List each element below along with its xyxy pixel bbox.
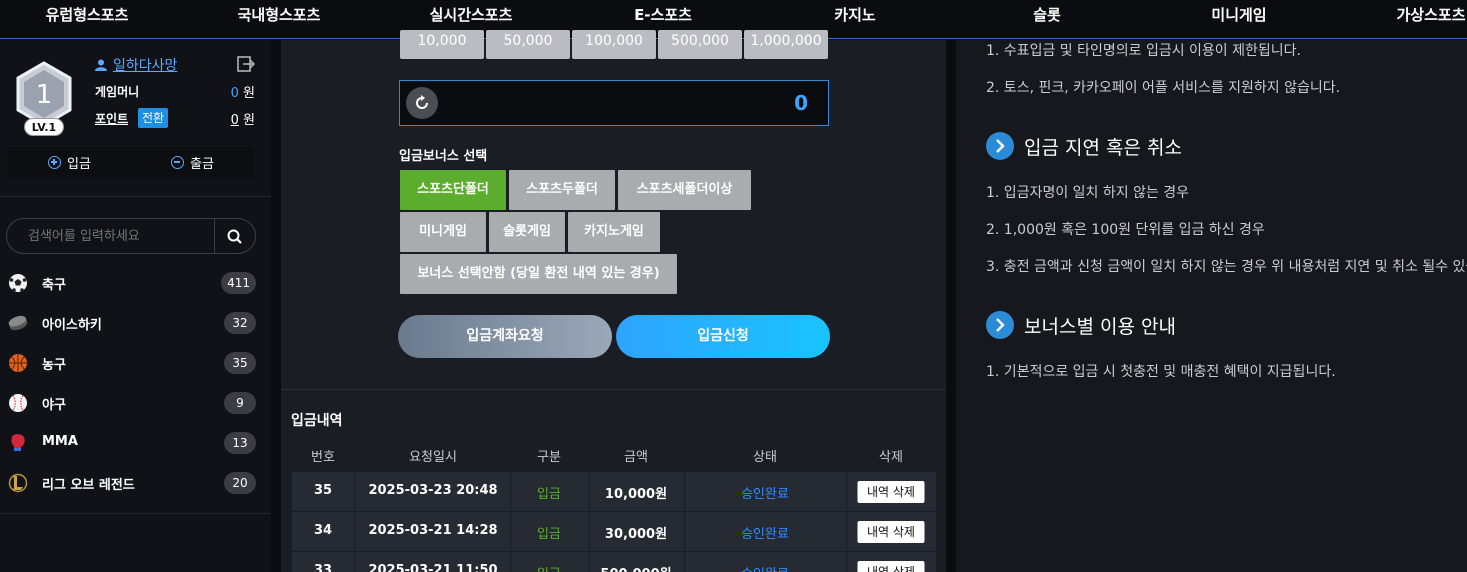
table-row: 34 2025-03-21 14:28 입금 30,000원 승인완료 내역 삭… (292, 512, 936, 551)
delete-history-button[interactable]: 내역 삭제 (857, 481, 925, 503)
notice-line: 1. 입금자명이 일치 하지 않는 경우 (986, 185, 1190, 201)
deposit-apply-button[interactable]: 입금신청 (616, 315, 830, 358)
deposit-button[interactable]: 입금 (8, 147, 131, 177)
status-badge: 승인완료 (741, 487, 789, 502)
chevron-right-icon (986, 132, 1014, 160)
deposit-form-panel: 10,000 50,000 100,000 500,000 1,000,000 … (281, 30, 946, 572)
amount-button-100000[interactable]: 100,000 (572, 30, 656, 59)
point-label[interactable]: 포인트 (95, 110, 128, 127)
history-title: 입금내역 (291, 413, 343, 429)
status-badge: 승인완료 (741, 563, 789, 572)
game-money-value: 0 원 (230, 86, 255, 101)
nav-esports[interactable]: E-스포츠 (634, 4, 692, 25)
column-header: 번호 (311, 450, 335, 465)
baseball-icon (9, 394, 27, 412)
notice-panel: 1. 수표입금 및 타인명의로 입금시 이용이 제한됩니다. 2. 토스, 핀크… (956, 40, 1467, 572)
convert-button[interactable]: 전환 (138, 108, 168, 128)
column-header: 금액 (624, 450, 648, 465)
amount-value: 0 (794, 91, 808, 115)
bonus-option-casino[interactable]: 카지노게임 (568, 212, 660, 252)
nav-casino[interactable]: 카지노 (834, 4, 875, 25)
table-row: 33 2025-03-21 11:50 입금 500,000원 승인완료 내역 … (292, 552, 936, 572)
account-request-button[interactable]: 입금계좌요청 (398, 315, 612, 358)
search-input[interactable] (8, 220, 214, 252)
sidebar: 1 LV.1 일하다사망 게임머니 0 원 포인트 전환 0 원 입금 출금 검… (0, 40, 271, 572)
notice-section-delay: 입금 지연 혹은 취소 (986, 132, 1182, 160)
sport-item-baseball[interactable]: 야구 9 (0, 383, 271, 423)
notice-section-bonus: 보너스별 이용 안내 (986, 311, 1176, 339)
search-box (6, 218, 256, 254)
bonus-option-sports-double[interactable]: 스포츠두폴더 (509, 170, 615, 210)
status-badge: 승인완료 (741, 527, 789, 542)
amount-button-1000000[interactable]: 1,000,000 (744, 30, 828, 59)
user-icon (95, 59, 107, 71)
search-icon[interactable] (225, 227, 245, 247)
nav-domestic-sports[interactable]: 국내형스포츠 (238, 4, 321, 25)
sport-item-mma[interactable]: MMA 13 (0, 423, 271, 463)
notice-line: 2. 1,000원 혹은 100원 단위를 입금 하신 경우 (986, 222, 1265, 238)
bonus-title: 입금보너스 선택 (399, 149, 488, 164)
boxing-glove-icon (11, 434, 25, 451)
sport-count: 20 (224, 472, 256, 494)
column-header: 삭제 (879, 450, 903, 465)
level-label: LV.1 (24, 118, 64, 136)
sport-count: 32 (224, 312, 256, 334)
sport-count: 411 (221, 272, 256, 294)
table-row: 35 2025-03-23 20:48 입금 10,000원 승인완료 내역 삭… (292, 472, 936, 511)
bonus-option-slot[interactable]: 슬롯게임 (489, 212, 565, 252)
column-header: 요청일시 (409, 450, 457, 465)
notice-line: 3. 충전 금액과 신청 금액이 일치 하지 않는 경우 위 내용처럼 지연 및… (986, 259, 1467, 275)
notice-line: 2. 토스, 핀크, 카카오페이 어플 서비스를 지원하지 않습니다. (986, 80, 1341, 96)
amount-button-50000[interactable]: 50,000 (486, 30, 570, 59)
hockey-puck-icon (8, 315, 28, 331)
notice-line: 1. 수표입금 및 타인명의로 입금시 이용이 제한됩니다. (986, 43, 1301, 59)
minus-circle-icon (171, 155, 185, 169)
amount-button-10000[interactable]: 10,000 (400, 30, 484, 59)
nav-virtual-sports[interactable]: 가상스포츠 (1396, 4, 1465, 25)
divider (0, 196, 271, 197)
delete-history-button[interactable]: 내역 삭제 (857, 521, 925, 543)
bonus-option-sports-single[interactable]: 스포츠단폴더 (400, 170, 506, 210)
sport-count: 35 (224, 352, 256, 374)
lol-icon (8, 473, 28, 493)
column-header: 구분 (537, 450, 561, 465)
refresh-icon (416, 95, 428, 109)
section-title: 입금 지연 혹은 취소 (1024, 136, 1182, 159)
user-line: 일하다사망 (95, 55, 177, 75)
sport-item-basketball[interactable]: 농구 35 (0, 343, 271, 383)
divider (0, 513, 271, 514)
point-value: 0 원 (230, 113, 255, 128)
bonus-option-sports-triple[interactable]: 스포츠세폴더이상 (618, 170, 751, 210)
search-divider (214, 219, 215, 253)
bonus-option-minigame[interactable]: 미니게임 (400, 212, 486, 252)
notice-line: 1. 기본적으로 입금 시 첫충전 및 매충전 혜택이 지급됩니다. (986, 364, 1336, 380)
nav-live-sports[interactable]: 실시간스포츠 (430, 4, 513, 25)
reset-amount-button[interactable] (406, 87, 438, 119)
logout-icon[interactable] (237, 56, 255, 72)
username-link[interactable]: 일하다사망 (113, 55, 177, 75)
level-number: 1 (36, 80, 53, 110)
sport-count: 9 (224, 392, 256, 414)
deposit-withdraw-box: 입금 출금 (8, 147, 254, 177)
sport-item-soccer[interactable]: 축구 411 (0, 263, 271, 303)
nav-slot[interactable]: 슬롯 (1033, 4, 1061, 25)
chevron-right-icon (986, 311, 1014, 339)
soccer-ball-icon (9, 274, 27, 292)
sport-item-ice-hockey[interactable]: 아이스하키 32 (0, 303, 271, 343)
amount-field[interactable]: 0 (399, 80, 829, 126)
nav-minigame[interactable]: 미니게임 (1211, 4, 1266, 25)
amount-button-500000[interactable]: 500,000 (658, 30, 742, 59)
column-header: 상태 (753, 450, 777, 465)
sport-count: 13 (224, 432, 256, 454)
withdraw-button[interactable]: 출금 (131, 147, 254, 177)
plus-circle-icon (48, 155, 62, 169)
bonus-option-none[interactable]: 보너스 선택안함 (당일 환전 내역 있는 경우) (400, 254, 677, 294)
basketball-icon (9, 354, 27, 372)
game-money-label: 게임머니 (95, 85, 140, 99)
divider (281, 389, 946, 390)
sport-item-league-of-legends[interactable]: 리그 오브 레전드 20 (0, 463, 271, 503)
section-title: 보너스별 이용 안내 (1024, 315, 1176, 338)
nav-european-sports[interactable]: 유럽형스포츠 (46, 4, 129, 25)
delete-history-button[interactable]: 내역 삭제 (857, 561, 925, 572)
